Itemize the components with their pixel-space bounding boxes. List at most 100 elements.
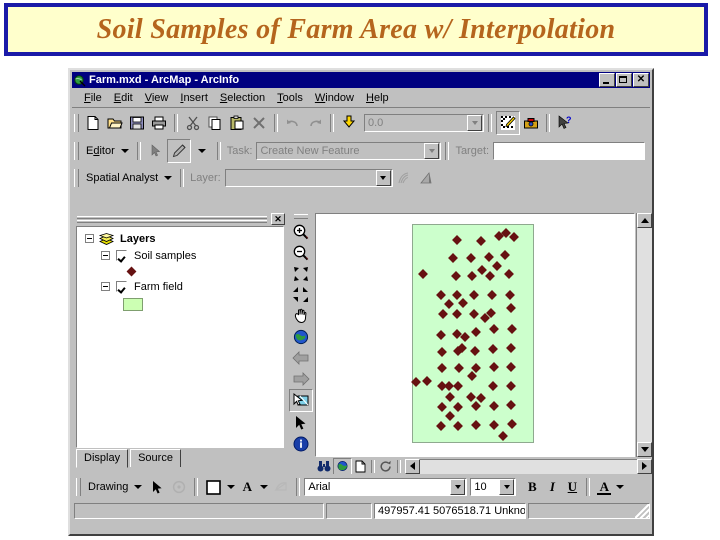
expander-icon[interactable] [101, 282, 110, 291]
point-symbol-swatch[interactable] [126, 266, 137, 276]
scroll-up-button[interactable] [637, 213, 652, 228]
editor-menu-button[interactable]: Editor [82, 141, 133, 161]
menu-item-file[interactable]: File [78, 91, 108, 106]
chevron-down-icon[interactable] [450, 479, 466, 495]
close-button[interactable]: ✕ [633, 73, 649, 87]
scroll-down-button[interactable] [637, 442, 652, 457]
target-combo[interactable] [493, 142, 646, 160]
zoom-in-icon[interactable] [290, 221, 312, 242]
go-back-extent-icon[interactable] [290, 347, 312, 368]
new-document-icon[interactable] [82, 112, 104, 134]
fixed-zoom-in-icon[interactable] [290, 263, 312, 284]
rotate-icon[interactable] [168, 476, 190, 498]
chevron-down-icon[interactable] [375, 170, 391, 186]
menu-item-insert[interactable]: Insert [174, 91, 214, 106]
toolbar-grip[interactable] [294, 214, 308, 219]
scroll-track[interactable] [637, 228, 652, 442]
toolbar-grip[interactable] [74, 114, 79, 132]
undo-icon[interactable] [282, 112, 304, 134]
toolbar-grip[interactable] [74, 142, 79, 160]
layer-visibility-checkbox[interactable] [116, 281, 127, 292]
menu-item-selection[interactable]: Selection [214, 91, 271, 106]
data-view-icon[interactable] [333, 457, 352, 475]
redo-icon[interactable] [304, 112, 326, 134]
map-canvas[interactable] [315, 213, 635, 457]
font-name-combo[interactable]: Arial [304, 478, 468, 496]
tab-source[interactable]: Source [130, 449, 181, 467]
font-color-dropdown[interactable] [614, 476, 626, 498]
add-data-icon[interactable] [338, 112, 360, 134]
menu-item-tools[interactable]: Tools [271, 91, 309, 106]
toc-row-soil-samples[interactable]: Soil samples [77, 247, 283, 264]
whats-this-help-icon[interactable]: ? [554, 112, 576, 134]
select-features-icon[interactable] [289, 389, 313, 412]
delete-x-icon[interactable] [248, 112, 270, 134]
paste-icon[interactable] [226, 112, 248, 134]
save-icon[interactable] [126, 112, 148, 134]
expander-icon[interactable] [85, 234, 94, 243]
drawing-menu-button[interactable]: Drawing [84, 477, 146, 497]
task-combo[interactable]: Create New Feature [256, 142, 442, 160]
fill-color-dropdown[interactable] [224, 476, 237, 498]
cut-scissors-icon[interactable] [182, 112, 204, 134]
map-horizontal-scrollbar[interactable] [405, 458, 652, 474]
identify-info-icon[interactable] [290, 433, 312, 454]
expander-icon[interactable] [101, 251, 110, 260]
menu-item-edit[interactable]: Edit [108, 91, 139, 106]
italic-button[interactable]: I [542, 477, 562, 497]
toolbar-grip[interactable] [74, 169, 79, 187]
contour-icon[interactable] [393, 167, 415, 189]
map-scale-combo[interactable]: 0.0 [364, 114, 484, 132]
menu-item-window[interactable]: Window [309, 91, 360, 106]
toolbar-grip[interactable] [76, 478, 81, 496]
edit-arrow-icon[interactable] [145, 140, 167, 162]
pan-hand-icon[interactable] [290, 305, 312, 326]
layout-view-icon[interactable] [352, 459, 369, 474]
resize-grip[interactable] [635, 504, 649, 518]
tab-display[interactable]: Display [76, 449, 129, 468]
toc-close-button[interactable]: ✕ [271, 213, 285, 225]
maximize-button[interactable] [616, 73, 632, 87]
go-forward-extent-icon[interactable] [290, 368, 312, 389]
refresh-icon[interactable] [377, 459, 395, 474]
select-elements-arrow-icon[interactable] [290, 412, 312, 433]
underline-button[interactable]: U [562, 477, 582, 497]
minimize-button[interactable] [599, 73, 615, 87]
toc-drag-grip[interactable] [76, 215, 268, 224]
map-vertical-scrollbar[interactable] [636, 213, 652, 457]
text-color-dropdown[interactable] [257, 476, 270, 498]
print-icon[interactable] [148, 112, 170, 134]
find-binoculars-icon[interactable] [315, 459, 333, 474]
toc-row-farm-field[interactable]: Farm field [77, 278, 283, 295]
sketch-pencil-icon[interactable] [166, 139, 191, 163]
font-color-icon[interactable]: A [594, 477, 614, 497]
open-folder-icon[interactable] [104, 112, 126, 134]
chevron-down-icon[interactable] [499, 479, 515, 495]
spatial-analyst-menu-button[interactable]: Spatial Analyst [82, 168, 176, 188]
sketch-tool-dropdown[interactable] [191, 140, 213, 162]
scroll-right-button[interactable] [637, 458, 652, 474]
text-color-icon[interactable]: A [237, 477, 257, 497]
nudge-icon[interactable] [270, 476, 292, 498]
copy-icon[interactable] [204, 112, 226, 134]
zoom-out-icon[interactable] [290, 242, 312, 263]
layer-combo[interactable] [224, 169, 393, 187]
layer-visibility-checkbox[interactable] [116, 250, 127, 261]
bold-button[interactable]: B [522, 477, 542, 497]
full-extent-globe-icon[interactable] [290, 326, 312, 347]
menu-item-help[interactable]: Help [360, 91, 395, 106]
polygon-symbol-swatch[interactable] [123, 297, 143, 311]
menu-item-view[interactable]: View [139, 91, 175, 106]
hillshade-icon[interactable] [415, 167, 437, 189]
fixed-zoom-out-icon[interactable] [290, 284, 312, 305]
editor-toolbox-icon[interactable] [496, 111, 520, 135]
scroll-left-button[interactable] [405, 458, 420, 474]
fill-color-icon[interactable] [202, 476, 224, 498]
toc-row-layers[interactable]: Layers [77, 230, 283, 247]
font-size-combo[interactable]: 10 [470, 478, 517, 496]
chevron-down-icon[interactable] [424, 143, 440, 159]
chevron-down-icon[interactable] [467, 115, 482, 131]
scroll-track[interactable] [420, 458, 637, 474]
arctoolbox-icon[interactable] [520, 112, 542, 134]
select-elements-arrow-icon[interactable] [146, 476, 168, 498]
